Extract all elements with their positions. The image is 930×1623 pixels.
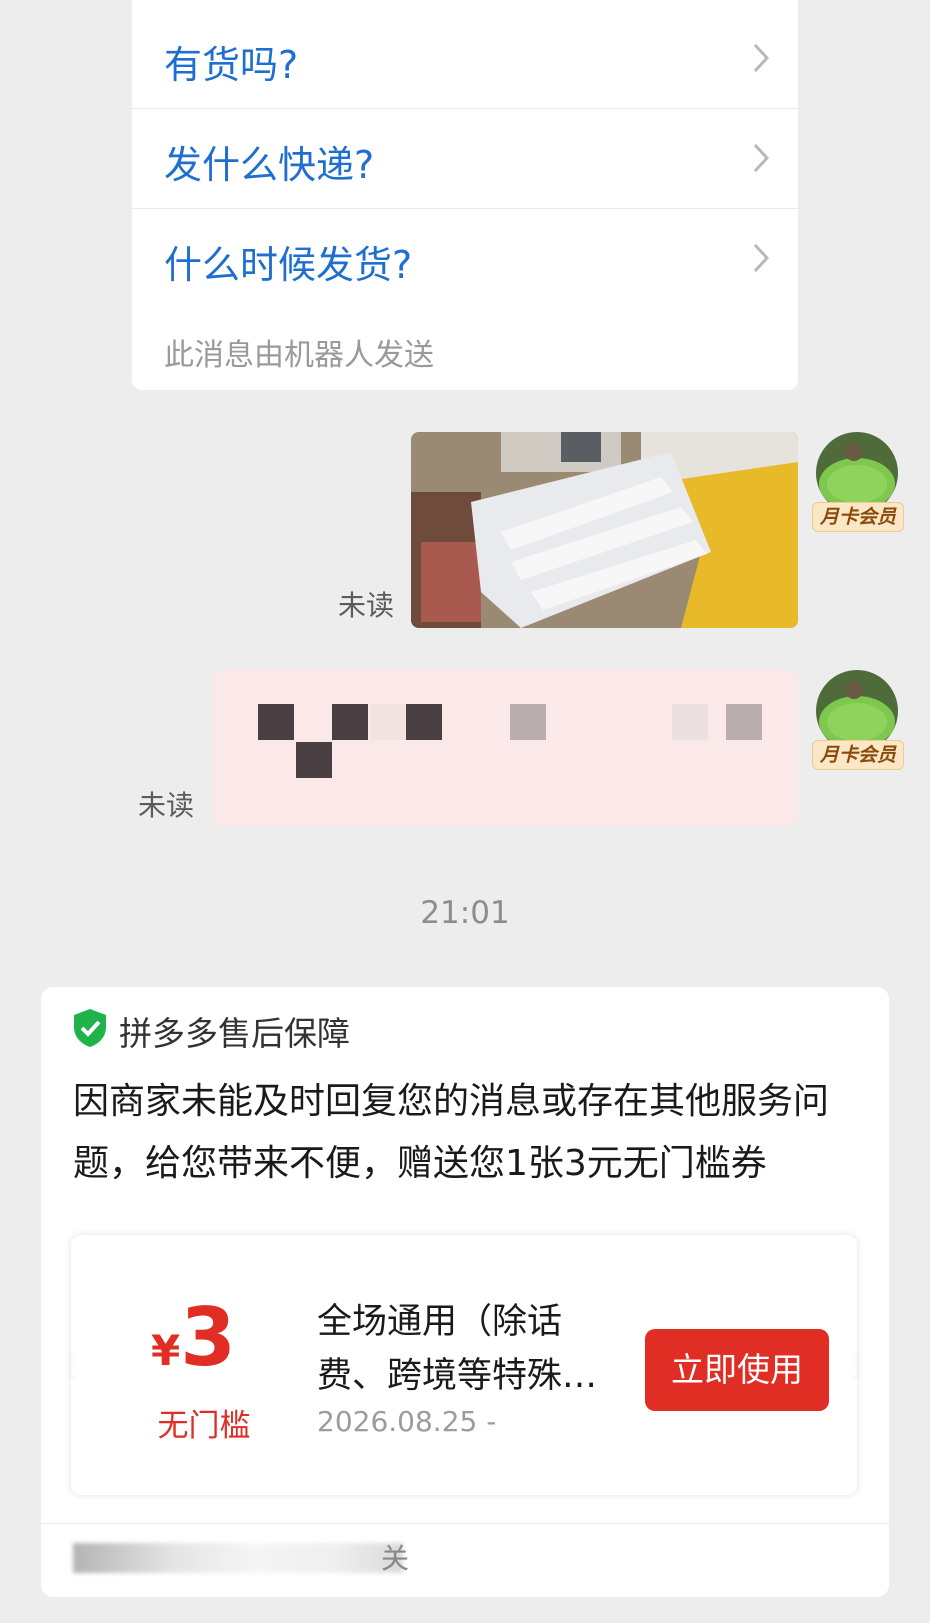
coupon-notch (69, 1351, 83, 1379)
question-label: 发什么快递? (164, 143, 375, 187)
use-now-button[interactable]: 立即使用 (645, 1329, 829, 1411)
coupon-condition: 无门槛 (157, 1408, 251, 1444)
member-badge: 月卡会员 (812, 740, 904, 770)
after-sales-card: 拼多多售后保障 因商家未能及时回复您的消息或存在其他服务问题，给您带来不便，赠送… (41, 987, 889, 1597)
question-label: 有货吗? (164, 43, 299, 87)
coupon-value: 3 (180, 1291, 236, 1384)
bot-note: 此消息由机器人发送 (164, 338, 434, 373)
pixel-block (258, 704, 294, 740)
shield-check-icon (74, 1009, 106, 1047)
question-item-courier[interactable]: 发什么快递? (132, 108, 798, 209)
bot-question-card: 有货吗? 发什么快递? 什么时候发货? 此消息由机器人发送 (132, 0, 798, 390)
coupon-description: 全场通用（除话费、跨境等特殊… (317, 1302, 598, 1396)
currency-symbol: ¥ (151, 1326, 181, 1375)
message-timestamp: 21:01 (420, 895, 510, 931)
question-item-stock[interactable]: 有货吗? (132, 8, 798, 109)
after-sales-title: 拼多多售后保障 (119, 1014, 350, 1053)
image-message[interactable] (411, 432, 798, 628)
text-message-censored[interactable] (212, 670, 798, 826)
chevron-right-icon (753, 43, 770, 73)
coupon-amount: ¥3 (151, 1291, 236, 1384)
question-item-ship-time[interactable]: 什么时候发货? (132, 208, 798, 308)
divider (41, 1523, 889, 1524)
pixel-block (726, 704, 762, 740)
member-badge: 月卡会员 (812, 502, 904, 532)
chevron-right-icon (753, 243, 770, 273)
pixel-block (510, 704, 546, 740)
unread-status: 未读 (138, 789, 195, 822)
pixel-block (672, 704, 708, 740)
coupon-valid-date: 2026.08.25 - (317, 1405, 497, 1438)
pixel-block (296, 742, 332, 778)
coupon-card[interactable]: ¥3 无门槛 全场通用（除话费、跨境等特殊… 2026.08.25 - 立即使用 (69, 1235, 859, 1495)
unread-status: 未读 (338, 589, 395, 622)
product-photo (411, 432, 798, 628)
blurred-footer-text (73, 1543, 403, 1573)
after-sales-message: 因商家未能及时回复您的消息或存在其他服务问题，给您带来不便，赠送您1张3元无门槛… (73, 1081, 830, 1184)
chevron-right-icon (753, 143, 770, 173)
pixel-block (406, 704, 442, 740)
question-label: 什么时候发货? (164, 243, 413, 287)
pixel-block (332, 704, 368, 740)
pixel-block (370, 704, 406, 740)
footer-text-end: 关 (381, 1542, 410, 1575)
coupon-notch (845, 1351, 859, 1379)
